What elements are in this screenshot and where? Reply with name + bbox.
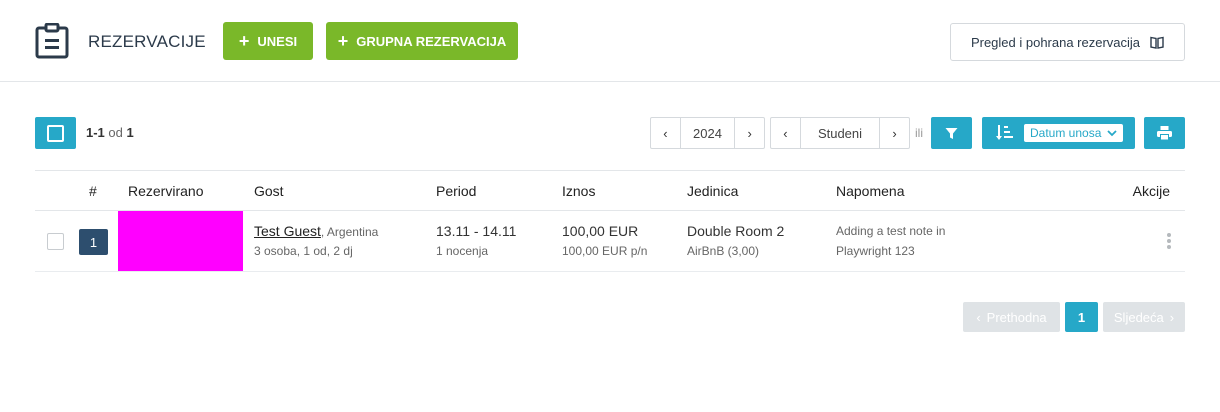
sort-select[interactable]: Datum unosa	[1024, 124, 1124, 142]
pagination-prev-label: Prethodna	[986, 309, 1047, 325]
column-header-number: #	[89, 183, 97, 199]
book-icon	[1150, 36, 1164, 49]
pagination-page-1[interactable]: 1	[1065, 302, 1098, 332]
reserved-date-redacted	[118, 211, 243, 271]
clipboard-icon	[35, 23, 69, 59]
guest-cell: Test Guest, Argentina	[254, 223, 378, 239]
column-header-unit: Jedinica	[687, 183, 739, 199]
table-row[interactable]: 1 Test Guest, Argentina 3 osoba, 1 od, 2…	[35, 211, 1185, 272]
plus-icon: +	[238, 31, 250, 51]
chevron-right-icon: ›	[1169, 309, 1175, 325]
add-reservation-label: UNESI	[257, 33, 298, 49]
column-header-note: Napomena	[836, 183, 905, 199]
pagination-next-button[interactable]: Sljedeća ›	[1103, 302, 1185, 332]
note-line-2: Playwright 123	[836, 244, 915, 258]
month-prev-button[interactable]: ‹	[771, 118, 800, 148]
plus-icon: +	[337, 31, 349, 51]
page-title: REZERVACIJE	[88, 32, 206, 51]
result-range: 1-1	[86, 125, 105, 140]
note-line-1: Adding a test note in	[836, 224, 946, 238]
guest-name-link[interactable]: Test Guest	[254, 223, 321, 239]
period-nights: 1 nocenja	[436, 244, 489, 258]
amount-per-night: 100,00 EUR p/n	[562, 244, 648, 258]
sort-select-value: Datum unosa	[1030, 126, 1102, 140]
chevron-down-icon	[1107, 129, 1118, 136]
sort-icon	[996, 125, 1013, 140]
pagination-prev-button[interactable]: ‹ Prethodna	[963, 302, 1060, 332]
print-icon	[1157, 126, 1172, 140]
review-reservations-label: Pregled i pohrana rezervacija	[970, 34, 1141, 50]
group-reservation-label: GRUPNA REZERVACIJA	[356, 33, 507, 49]
period-dates: 13.11 - 14.11	[436, 223, 517, 239]
result-total: 1	[126, 125, 134, 140]
top-bar: REZERVACIJE + UNESI + GRUPNA REZERVACIJA…	[0, 0, 1220, 82]
year-stepper: ‹ 2024 ›	[650, 117, 765, 149]
sort-control: Datum unosa	[982, 117, 1135, 149]
row-number-badge[interactable]: 1	[79, 229, 108, 255]
year-next-button[interactable]: ›	[735, 118, 764, 148]
result-count: 1-1 od 1	[86, 125, 134, 140]
row-actions-kebab-icon[interactable]	[1167, 233, 1171, 249]
chevron-left-icon: ‹	[976, 309, 981, 325]
reservations-table: # Rezervirano Gost Period Iznos Jedinica…	[35, 170, 1185, 272]
column-header-reserved: Rezervirano	[128, 183, 204, 199]
guest-country: , Argentina	[320, 225, 379, 239]
year-prev-button[interactable]: ‹	[651, 118, 680, 148]
pagination-next-label: Sljedeća	[1113, 309, 1164, 325]
print-button[interactable]	[1144, 117, 1185, 149]
column-header-period: Period	[436, 183, 477, 199]
result-of-label: od	[108, 125, 123, 140]
guest-people: 3 osoba, 1 od, 2 dj	[254, 244, 353, 258]
month-stepper: ‹ Studeni ›	[770, 117, 910, 149]
unit-name: Double Room 2	[687, 223, 785, 239]
year-value: 2024	[679, 118, 736, 148]
column-header-guest: Gost	[254, 183, 284, 199]
row-checkbox[interactable]	[47, 233, 64, 250]
month-value: Studeni	[799, 118, 881, 148]
filter-button[interactable]	[931, 117, 972, 149]
column-header-actions: Akcije	[1132, 183, 1170, 199]
review-reservations-button[interactable]: Pregled i pohrana rezervacija	[950, 23, 1185, 61]
month-next-button[interactable]: ›	[880, 118, 909, 148]
column-header-amount: Iznos	[562, 183, 596, 199]
table-header: # Rezervirano Gost Period Iznos Jedinica…	[35, 170, 1185, 211]
filter-icon	[945, 127, 958, 139]
select-all-checkbox[interactable]	[35, 117, 76, 149]
unit-source: AirBnB (3,00)	[687, 244, 760, 258]
amount-total: 100,00 EUR	[562, 223, 639, 239]
add-reservation-button[interactable]: + UNESI	[223, 22, 313, 60]
or-label: ili	[915, 126, 923, 140]
checkbox-box	[47, 124, 64, 142]
group-reservation-button[interactable]: + GRUPNA REZERVACIJA	[326, 22, 518, 60]
